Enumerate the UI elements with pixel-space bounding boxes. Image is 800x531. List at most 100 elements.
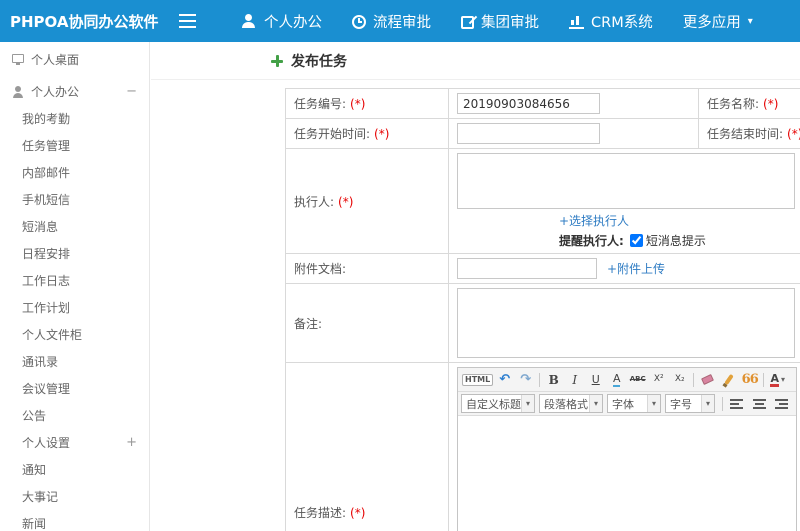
- nav-item-group-approval[interactable]: 集团审批: [446, 0, 554, 42]
- chevron-down-icon: ▾: [589, 395, 602, 412]
- bold-button[interactable]: B: [544, 370, 563, 389]
- remind-line: 提醒执行人: 短消息提示: [559, 232, 800, 249]
- chevron-down-icon: ▾: [701, 395, 714, 412]
- blockquote-button-glyph: 66: [741, 372, 759, 387]
- nav-item-more-apps[interactable]: 更多应用 ▾: [668, 0, 768, 42]
- paragraph-format-select[interactable]: 段落格式 ▾: [539, 394, 603, 413]
- italic-button[interactable]: I: [565, 370, 584, 389]
- executor-row: 执行人: (*) +选择执行人 提醒执行人: 短消息提示: [285, 148, 800, 254]
- sidebar-item-personal-settings[interactable]: 个人设置 +: [0, 429, 149, 456]
- sidebar-item-label: 个人桌面: [31, 53, 80, 67]
- font-size-select-label: 字号: [670, 397, 692, 411]
- nav-item-workflow-approval[interactable]: 流程审批: [337, 0, 446, 42]
- sidebar-item-my-attendance[interactable]: 我的考勤: [0, 105, 149, 132]
- remark-row: 备注:: [285, 283, 800, 363]
- sidebar-item-work-log[interactable]: 工作日志: [0, 267, 149, 294]
- attachment-input[interactable]: [457, 258, 597, 279]
- sidebar-item-short-message[interactable]: 短消息: [0, 213, 149, 240]
- toolbar-separator: [693, 372, 695, 387]
- sidebar-item-meeting-management[interactable]: 会议管理: [0, 375, 149, 402]
- sidebar-item-announcement[interactable]: 公告: [0, 402, 149, 429]
- choose-executor-link[interactable]: +选择执行人: [559, 214, 629, 228]
- underline-button-glyph: U: [591, 373, 600, 386]
- required-mark: (*): [350, 97, 366, 111]
- task-number-input[interactable]: [457, 93, 600, 114]
- blockquote-button[interactable]: 66: [740, 370, 759, 389]
- source-code-button[interactable]: HTML: [462, 370, 494, 389]
- sidebar-item-personal-file-cabinet[interactable]: 个人文件柜: [0, 321, 149, 348]
- subscript-button[interactable]: X₂: [670, 370, 689, 389]
- collapse-icon[interactable]: −: [126, 84, 137, 99]
- underline-button[interactable]: U: [586, 370, 605, 389]
- sms-remind-checkbox[interactable]: [629, 234, 643, 247]
- executor-label: 执行人:: [294, 194, 335, 209]
- attachment-label-cell: 附件文档:: [285, 253, 449, 284]
- start-time-input[interactable]: [457, 123, 600, 144]
- executor-textarea[interactable]: [457, 153, 795, 209]
- nav-item-label: 流程审批: [373, 14, 431, 31]
- user-icon: [12, 85, 24, 98]
- strikethrough-button[interactable]: ABC: [628, 370, 647, 389]
- font-size-select[interactable]: 字号 ▾: [665, 394, 715, 413]
- sidebar-item-work-plan[interactable]: 工作计划: [0, 294, 149, 321]
- required-mark: (*): [787, 127, 800, 141]
- remark-textarea[interactable]: [457, 288, 795, 358]
- clock-icon: [352, 14, 366, 29]
- sidebar-item-mobile-sms[interactable]: 手机短信: [0, 186, 149, 213]
- font-color-button[interactable]: A ▾: [768, 370, 787, 389]
- end-time-label-cell: 任务结束时间:(*): [698, 118, 800, 149]
- sidebar-item-label: 公告: [22, 409, 47, 423]
- undo-button[interactable]: ↶: [495, 370, 514, 389]
- align-left-button[interactable]: [727, 394, 747, 413]
- nav-item-personal-office[interactable]: 个人办公: [226, 0, 337, 42]
- font-family-select-label: 字体: [612, 397, 634, 411]
- top-bar: PHPOA协同办公软件 个人办公 流程审批 集团审批 CRM系统 更多应用 ▾: [0, 0, 800, 42]
- sidebar-item-memorabilia[interactable]: 大事记: [0, 483, 149, 510]
- chart-icon: [569, 15, 584, 29]
- menu-toggle-icon[interactable]: [178, 13, 198, 29]
- sidebar-item-label: 新闻: [22, 517, 47, 531]
- attachment-row: 附件文档: +附件上传: [285, 253, 800, 284]
- sidebar-item-label: 个人办公: [31, 85, 80, 99]
- custom-heading-select[interactable]: 自定义标题 ▾: [461, 394, 535, 413]
- edit-icon: [461, 15, 474, 29]
- page-title: 发布任务: [291, 53, 347, 70]
- task-name-label: 任务名称:: [707, 97, 760, 111]
- toolbar-separator: [722, 396, 723, 411]
- sidebar-menu: 个人桌面个人办公 − 我的考勤 任务管理 内部邮件 手机短信 短消息 日程安排 工作日志 工作计划…: [0, 42, 150, 531]
- font-family-select[interactable]: 字体 ▾: [607, 394, 661, 413]
- font-style-button[interactable]: A: [607, 370, 626, 389]
- page-header: 发布任务: [151, 42, 800, 80]
- sidebar-item-notice[interactable]: 通知: [0, 456, 149, 483]
- description-label: 任务描述:: [294, 505, 347, 520]
- sidebar-item-internal-mail[interactable]: 内部邮件: [0, 159, 149, 186]
- bold-button-glyph: B: [548, 372, 559, 387]
- sidebar-item-personal-desktop[interactable]: 个人桌面: [0, 46, 149, 73]
- nav-item-crm-system[interactable]: CRM系统: [554, 0, 668, 42]
- sidebar-item-contacts[interactable]: 通讯录: [0, 348, 149, 375]
- align-center-button[interactable]: [749, 394, 769, 413]
- executor-extra: +选择执行人 提醒执行人: 短消息提示: [559, 212, 800, 249]
- attachment-label: 附件文档:: [294, 262, 347, 276]
- superscript-button[interactable]: X²: [649, 370, 668, 389]
- sidebar-item-task-management[interactable]: 任务管理: [0, 132, 149, 159]
- publish-task-form: 任务编号:(*) 任务名称:(*) 任务开始时间:(*): [285, 88, 800, 531]
- sidebar-item-schedule[interactable]: 日程安排: [0, 240, 149, 267]
- sidebar-item-label: 通讯录: [22, 355, 59, 369]
- expand-icon[interactable]: +: [126, 435, 137, 450]
- required-mark: (*): [374, 127, 390, 141]
- sidebar-item-news[interactable]: 新闻: [0, 510, 149, 531]
- phpoa-app: PHPOA协同办公软件 个人办公 流程审批 集团审批 CRM系统 更多应用 ▾ 个人桌面个…: [0, 0, 800, 531]
- sidebar-item-label: 会议管理: [22, 382, 71, 396]
- sidebar-item-personal-office[interactable]: 个人办公 −: [0, 78, 149, 105]
- redo-button[interactable]: ↷: [516, 370, 535, 389]
- format-painter-button[interactable]: [719, 370, 738, 389]
- remove-format-button[interactable]: [698, 370, 717, 389]
- start-time-label: 任务开始时间:: [294, 127, 371, 141]
- align-right-button[interactable]: [771, 394, 791, 413]
- attachment-upload-link[interactable]: +附件上传: [607, 262, 665, 276]
- editor-content-area[interactable]: [458, 416, 796, 531]
- editor-toolbar-row2: 自定义标题 ▾ 段落格式 ▾ 字体 ▾ 字号 ▾: [458, 392, 796, 416]
- user-icon: [241, 13, 257, 29]
- app-logo: PHPOA协同办公软件: [10, 12, 159, 31]
